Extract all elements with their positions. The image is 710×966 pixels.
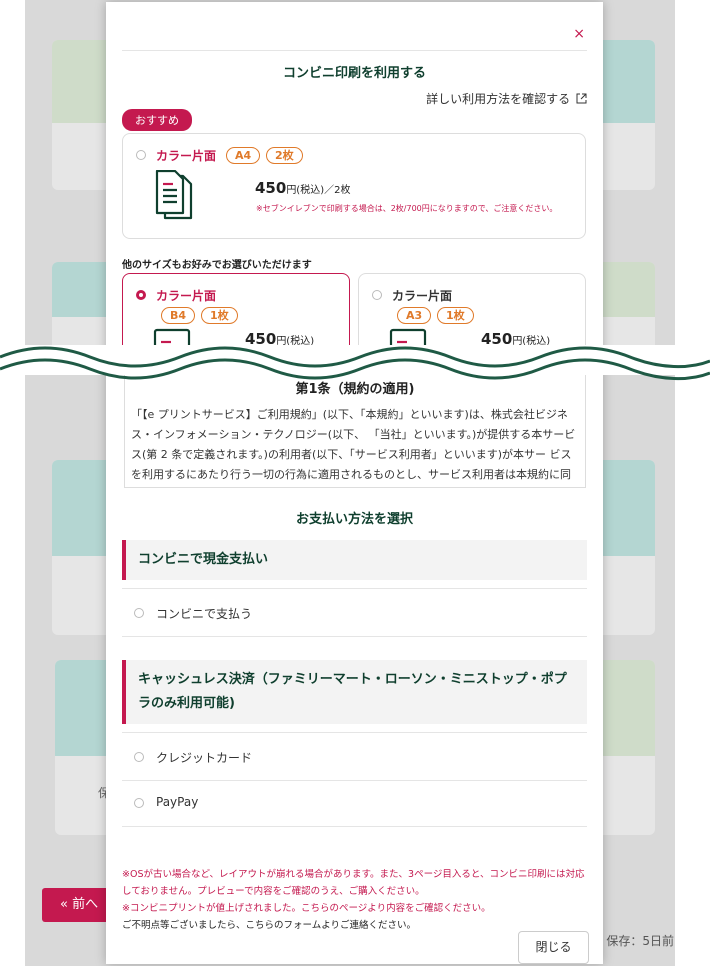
close-icon[interactable]: × bbox=[573, 26, 585, 42]
layout-warning: ※OSが古い場合など、レイアウトが崩れる場合があります。また、3ページ目入ると、… bbox=[122, 869, 585, 897]
bg-card bbox=[52, 460, 112, 635]
payment-title: お支払い方法を選択 bbox=[295, 512, 413, 527]
bg-card bbox=[595, 660, 655, 835]
count-tag: 2枚 bbox=[266, 147, 303, 164]
payment-option-label: PayPay bbox=[156, 795, 199, 809]
wavy-cut-divider bbox=[0, 346, 710, 381]
divider bbox=[122, 50, 587, 51]
size-tag: A3 bbox=[397, 307, 432, 324]
size-tag: A4 bbox=[226, 147, 261, 164]
print-modal: × コンビニ印刷を利用する 詳しい利用方法を確認する おすすめ カラー片面 A4… bbox=[106, 2, 603, 964]
modal-title: コンビニ印刷を利用する bbox=[282, 66, 426, 81]
seven-eleven-note: ※セブンイレブンで印刷する場合は、2枚/700円になりますので、ご注意ください。 bbox=[256, 204, 558, 213]
option-label: カラー片面 bbox=[156, 149, 217, 163]
payment-option-credit-card[interactable]: クレジットカード bbox=[122, 734, 587, 781]
payment-option-convenience[interactable]: コンビニで支払う bbox=[122, 590, 587, 637]
recommended-option-card[interactable]: カラー片面 A4 2枚 450円(税込)／2枚 ※セブンイレブンで印刷する場合は… bbox=[122, 133, 586, 239]
recommended-badge: おすすめ bbox=[122, 109, 192, 131]
size-tag: B4 bbox=[161, 307, 196, 324]
price: 450円(税込)／2枚 bbox=[255, 179, 351, 197]
payment-section-cashless: キャッシュレス決済（ファミリーマート・ローソン・ミニストップ・ポプラのみ利用可能… bbox=[122, 660, 587, 724]
radio-button[interactable] bbox=[134, 798, 144, 808]
count-tag: 1枚 bbox=[201, 307, 238, 324]
radio-button[interactable] bbox=[136, 150, 146, 160]
radio-button[interactable] bbox=[134, 752, 144, 762]
bg-card bbox=[595, 460, 655, 635]
payment-option-paypay[interactable]: PayPay bbox=[122, 780, 587, 827]
close-button[interactable]: 閉じる bbox=[518, 931, 589, 964]
bg-card bbox=[52, 40, 112, 190]
divider bbox=[122, 732, 587, 733]
option-label: カラー片面 bbox=[392, 289, 453, 303]
contact-note[interactable]: ご不明点等ございましたら、こちらのフォームよりご連絡ください。 bbox=[122, 917, 587, 934]
payment-option-label: クレジットカード bbox=[156, 751, 253, 765]
radio-button-selected[interactable] bbox=[136, 290, 146, 300]
price-increase-note[interactable]: ※コンビニプリントが値上げされました。こちらのページより内容をご確認ください。 bbox=[122, 900, 587, 917]
document-icon bbox=[155, 170, 193, 220]
footer-notes: ※OSが古い場合など、レイアウトが崩れる場合があります。また、3ページ目入ると、… bbox=[122, 866, 587, 934]
radio-button[interactable] bbox=[372, 290, 382, 300]
option-label: カラー片面 bbox=[156, 289, 217, 303]
storage-text: 保存：5日前 bbox=[606, 934, 674, 948]
details-link[interactable]: 詳しい利用方法を確認する bbox=[426, 90, 587, 107]
other-sizes-label: 他のサイズもお好みでお選びいただけます bbox=[122, 260, 312, 271]
bg-card bbox=[595, 40, 655, 190]
payment-section-cash: コンビニで現金支払い bbox=[122, 540, 587, 580]
external-link-icon bbox=[576, 93, 587, 104]
payment-option-label: コンビニで支払う bbox=[156, 607, 253, 621]
divider bbox=[122, 588, 587, 589]
terms-body: 「【e プリントサービス】ご利用規約」(以下、「本規約」といいます)は、株式会社… bbox=[131, 408, 576, 481]
details-link-label: 詳しい利用方法を確認する bbox=[426, 92, 571, 106]
radio-button[interactable] bbox=[134, 608, 144, 618]
count-tag: 1枚 bbox=[437, 307, 474, 324]
